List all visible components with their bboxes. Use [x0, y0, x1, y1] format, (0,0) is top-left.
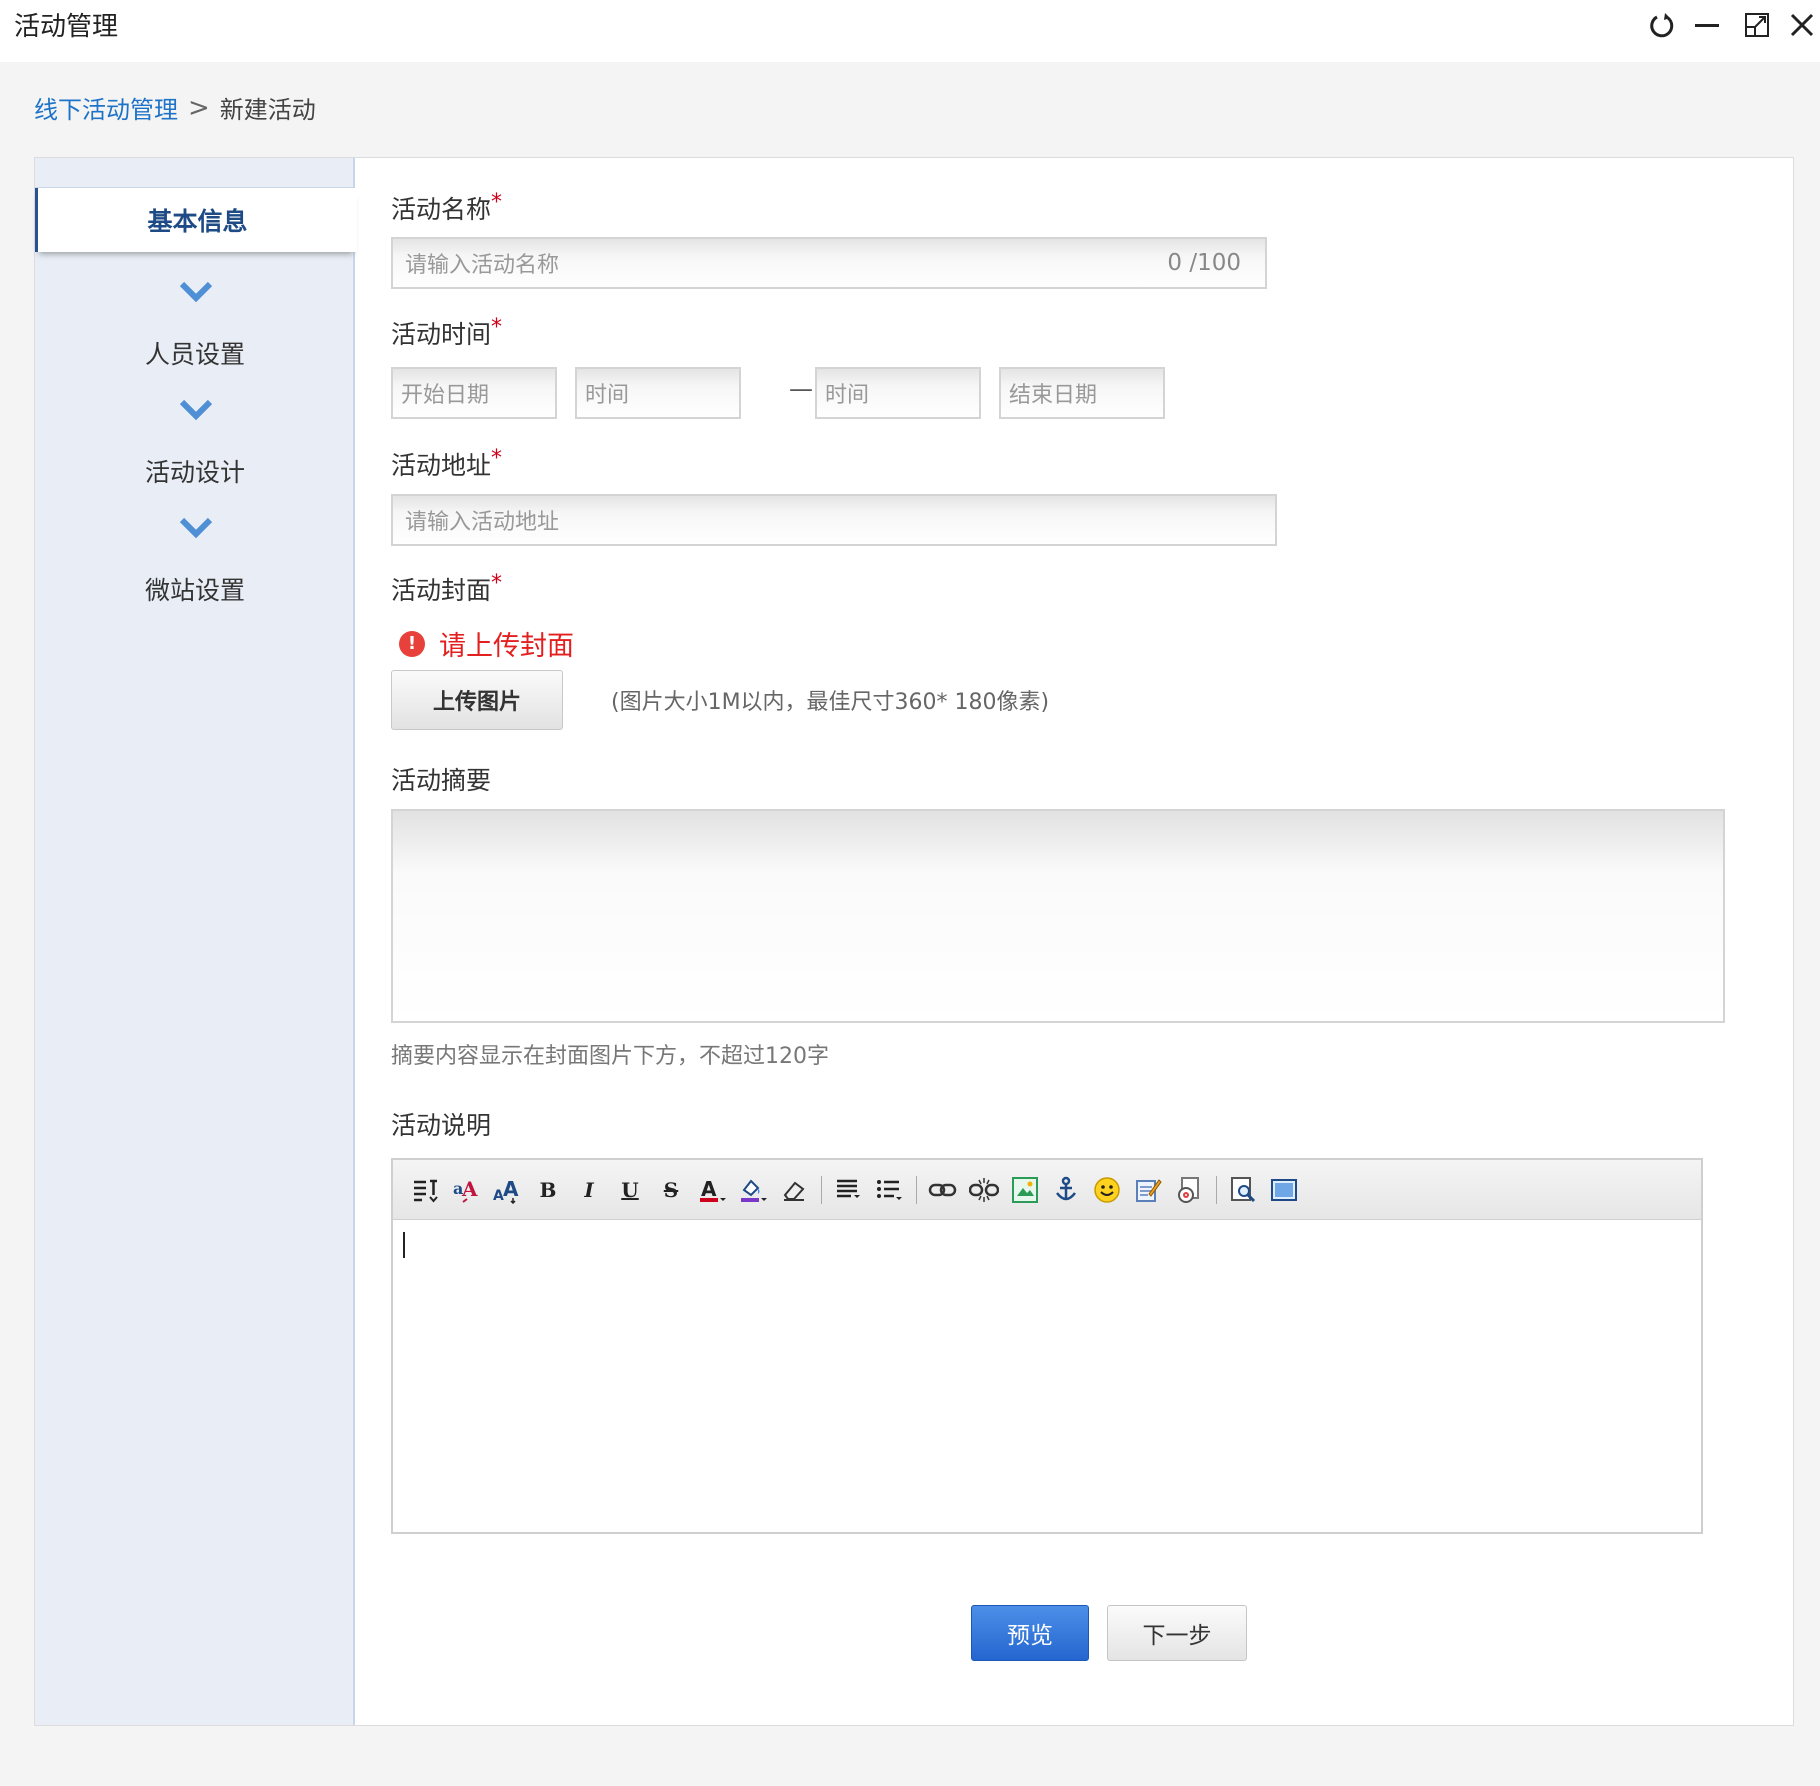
- start-time-placeholder: 时间: [585, 383, 630, 408]
- edit-html-icon[interactable]: [1128, 1170, 1168, 1210]
- media-icon[interactable]: [1169, 1170, 1209, 1210]
- activity-name-label: 活动名称*: [391, 190, 502, 226]
- activity-address-label: 活动地址*: [391, 446, 502, 482]
- main-panel: 基本信息 人员设置 活动设计 微站设置 活动名称* 请输入活动名称 0 /100…: [34, 157, 1794, 1726]
- activity-name-label-text: 活动名称: [391, 195, 492, 224]
- toolbar-separator: [916, 1175, 917, 1204]
- toolbar-separator: [821, 1175, 822, 1204]
- bold-icon[interactable]: B: [528, 1170, 568, 1210]
- sidebar-top-divider: [35, 158, 353, 188]
- activity-address-input[interactable]: 请输入活动地址: [391, 494, 1277, 546]
- window-title: 活动管理: [14, 12, 119, 42]
- start-time-input[interactable]: 时间: [575, 367, 741, 419]
- svg-text:A: A: [503, 1177, 519, 1201]
- activity-description-label: 活动说明: [391, 1111, 492, 1140]
- summary-hint: 摘要内容显示在封面图片下方，不超过120字: [391, 1044, 829, 1069]
- step-basic-info[interactable]: 基本信息: [35, 188, 357, 252]
- breadcrumb: 线下活动管理 > 新建活动: [34, 90, 316, 125]
- link-icon[interactable]: [923, 1170, 963, 1210]
- time-range-separator: —: [789, 375, 813, 403]
- font-color-icon[interactable]: A: [692, 1170, 732, 1210]
- activity-name-input[interactable]: 请输入活动名称 0 /100: [391, 237, 1267, 289]
- activity-address-placeholder: 请输入活动地址: [405, 510, 560, 535]
- close-icon[interactable]: [1785, 8, 1819, 42]
- cover-error-message: ! 请上传封面: [399, 624, 574, 663]
- svg-text:A: A: [701, 1177, 717, 1201]
- next-step-button[interactable]: 下一步: [1107, 1605, 1247, 1661]
- anchor-icon[interactable]: [1046, 1170, 1086, 1210]
- start-date-input[interactable]: 开始日期: [391, 367, 557, 419]
- end-time-placeholder: 时间: [825, 383, 870, 408]
- editor-body[interactable]: [393, 1221, 1701, 1532]
- end-date-placeholder: 结束日期: [1009, 383, 1098, 408]
- error-icon: !: [399, 630, 425, 657]
- chevron-down-icon: [179, 517, 213, 539]
- unlink-icon[interactable]: [964, 1170, 1004, 1210]
- eraser-icon[interactable]: [774, 1170, 814, 1210]
- step-microsite[interactable]: 微站设置: [35, 571, 355, 607]
- steps-sidebar: 基本信息 人员设置 活动设计 微站设置: [35, 158, 357, 1725]
- preview-icon[interactable]: [1223, 1170, 1263, 1210]
- align-icon[interactable]: [828, 1170, 868, 1210]
- activity-time-label-text: 活动时间: [391, 320, 492, 349]
- required-mark: *: [491, 315, 503, 340]
- activity-cover-label-text: 活动封面: [391, 576, 492, 605]
- cover-error-text: 请上传封面: [439, 631, 574, 662]
- editor-toolbar: aA AA B I U S A: [393, 1160, 1701, 1220]
- svg-text:A: A: [461, 1177, 478, 1201]
- rich-text-editor: aA AA B I U S A: [391, 1158, 1703, 1534]
- emoticon-icon[interactable]: [1087, 1170, 1127, 1210]
- required-mark: *: [491, 571, 503, 596]
- toolbar-separator: [1216, 1175, 1217, 1204]
- maximize-icon[interactable]: [1740, 8, 1774, 42]
- breadcrumb-parent-link[interactable]: 线下活动管理: [34, 90, 178, 125]
- window-titlebar: 活动管理: [0, 0, 1820, 62]
- upload-image-button[interactable]: 上传图片: [391, 670, 563, 730]
- list-icon[interactable]: [869, 1170, 909, 1210]
- font-family-icon[interactable]: aA: [446, 1170, 486, 1210]
- step-personnel[interactable]: 人员设置: [35, 335, 355, 371]
- image-icon[interactable]: [1005, 1170, 1045, 1210]
- font-size-icon[interactable]: AA: [487, 1170, 527, 1210]
- activity-address-label-text: 活动地址: [391, 451, 492, 480]
- upload-hint: (图片大小1M以内，最佳尺寸360* 180像素): [611, 690, 1050, 715]
- strikethrough-icon[interactable]: S: [651, 1170, 691, 1210]
- required-mark: *: [491, 190, 503, 215]
- activity-name-placeholder: 请输入活动名称: [405, 253, 560, 278]
- chevron-down-icon: [179, 281, 213, 303]
- activity-cover-label: 活动封面*: [391, 571, 502, 607]
- required-mark: *: [491, 446, 503, 471]
- minimize-icon[interactable]: [1690, 8, 1724, 42]
- activity-name-counter: 0 /100: [1167, 250, 1241, 276]
- start-date-placeholder: 开始日期: [401, 383, 490, 408]
- background-color-icon[interactable]: [733, 1170, 773, 1210]
- activity-summary-textarea[interactable]: [391, 809, 1725, 1023]
- fullscreen-icon[interactable]: [1264, 1170, 1304, 1210]
- breadcrumb-current: 新建活动: [219, 96, 316, 124]
- form-content: 活动名称* 请输入活动名称 0 /100 活动时间* 开始日期 时间 — 时间 …: [391, 158, 1771, 1725]
- refresh-icon[interactable]: [1645, 8, 1679, 42]
- end-date-input[interactable]: 结束日期: [999, 367, 1165, 419]
- breadcrumb-separator: >: [188, 92, 210, 123]
- italic-icon[interactable]: I: [569, 1170, 609, 1210]
- end-time-input[interactable]: 时间: [815, 367, 981, 419]
- preview-button[interactable]: 预览: [971, 1605, 1089, 1661]
- chevron-down-icon: [179, 399, 213, 421]
- step-activity-design[interactable]: 活动设计: [35, 453, 355, 489]
- underline-icon[interactable]: U: [610, 1170, 650, 1210]
- activity-time-label: 活动时间*: [391, 315, 502, 351]
- paragraph-format-icon[interactable]: [405, 1170, 445, 1210]
- activity-summary-label: 活动摘要: [391, 766, 492, 795]
